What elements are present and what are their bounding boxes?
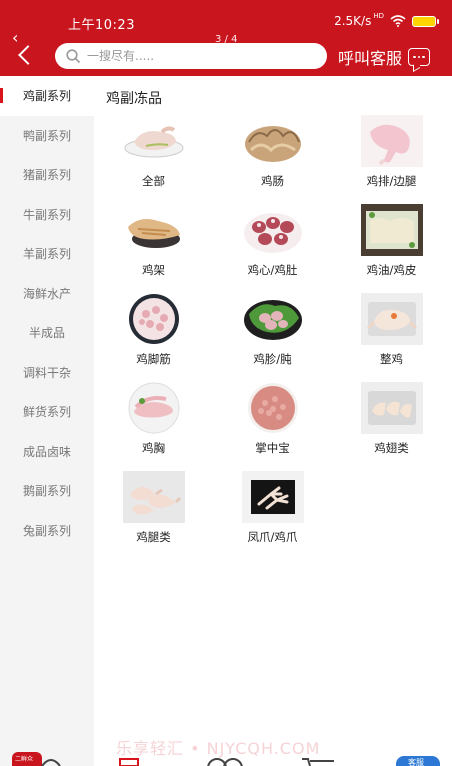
network-speed: 2.5K/s bbox=[334, 14, 372, 28]
sidebar-item[interactable]: 海鲜水产 bbox=[0, 274, 94, 314]
service-badge[interactable]: 客服 bbox=[396, 756, 440, 766]
chat-icon bbox=[408, 48, 431, 66]
chicken-drumsticks-icon bbox=[122, 470, 186, 524]
product-category-label: 鸡翅类 bbox=[374, 441, 409, 455]
chicken-tendon-icon bbox=[122, 292, 186, 346]
battery-icon bbox=[412, 15, 439, 27]
category-sidebar: 鸡副系列 鸭副系列 猪副系列 牛副系列 羊副系列 海鲜水产 半成品 调料干杂 鲜货系列 成品卤味鹅… bbox=[0, 76, 94, 766]
favorites-tab-icon[interactable] bbox=[203, 757, 247, 766]
product-category-item[interactable]: 整鸡 bbox=[332, 292, 451, 381]
brand-badge[interactable]: 二鲜众 bbox=[12, 752, 42, 766]
product-category-item[interactable]: 鸡排/边腿 bbox=[332, 114, 451, 203]
sidebar-item[interactable]: 半成品 bbox=[0, 313, 94, 353]
sidebar-item[interactable]: 猪副系列 bbox=[0, 155, 94, 195]
category-tab-icon[interactable] bbox=[118, 757, 140, 766]
product-category-item[interactable]: 全部 bbox=[94, 114, 213, 203]
back-button[interactable] bbox=[14, 41, 42, 69]
chicken-fat-skin-icon bbox=[360, 203, 424, 257]
product-category-item[interactable]: 鸡腿类 bbox=[94, 470, 213, 559]
product-category-label: 整鸡 bbox=[380, 352, 403, 366]
product-category-label: 鸡胸 bbox=[142, 441, 165, 455]
product-category-label: 鸡架 bbox=[142, 263, 165, 277]
product-category-item[interactable]: 鸡胗/肫 bbox=[213, 292, 332, 381]
chicken-gizzard-icon bbox=[241, 292, 305, 346]
call-service-label: 呼叫客服 bbox=[338, 49, 403, 68]
product-category-label: 掌中宝 bbox=[255, 441, 290, 455]
call-service-button[interactable]: 呼叫客服 bbox=[338, 45, 431, 69]
product-category-label: 鸡胗/肫 bbox=[253, 352, 292, 366]
sidebar-item[interactable]: 羊副系列 bbox=[0, 234, 94, 274]
sidebar-item[interactable]: 鲜货系列 bbox=[0, 392, 94, 432]
product-category-label: 鸡腿类 bbox=[136, 530, 171, 544]
product-category-item[interactable]: 鸡架 bbox=[94, 203, 213, 292]
product-category-label: 鸡心/鸡肚 bbox=[247, 263, 298, 277]
section-title: 鸡副冻品 bbox=[106, 91, 162, 107]
product-category-label: 鸡脚筋 bbox=[136, 352, 171, 366]
chicken-breast-icon bbox=[122, 381, 186, 435]
product-category-item[interactable]: 掌中宝 bbox=[213, 381, 332, 470]
chicken-cartilage-icon bbox=[241, 381, 305, 435]
cart-tab-icon[interactable] bbox=[300, 757, 336, 766]
status-time: 上午10:23 bbox=[68, 18, 135, 33]
product-category-label: 鸡肠 bbox=[261, 174, 284, 188]
search-input[interactable] bbox=[87, 49, 307, 63]
sidebar-item[interactable]: 成品卤味 bbox=[0, 432, 94, 472]
product-category-label: 全部 bbox=[142, 174, 165, 188]
product-category-label: 鸡排/边腿 bbox=[366, 174, 417, 188]
search-icon bbox=[66, 49, 80, 63]
watermark: 乐享轻汇 • NJYCQH.COM bbox=[116, 739, 321, 758]
search-bar[interactable] bbox=[55, 43, 327, 69]
product-grid: 全部 鸡肠 鸡排/边腿鸡架 鸡心/鸡肚 鸡油/鸡皮鸡脚筋 鸡胗/肫 整鸡鸡胸 掌中宝 鸡翅类鸡腿… bbox=[94, 114, 452, 559]
sidebar-item[interactable]: 调料干杂 bbox=[0, 353, 94, 393]
product-category-item[interactable]: 鸡胸 bbox=[94, 381, 213, 470]
chicken-intestine-icon bbox=[241, 114, 305, 168]
app-header: 上午10:23 2.5K/s HD ‹ 3 / 4 呼叫客服 bbox=[0, 0, 452, 76]
product-category-item[interactable]: 鸡油/鸡皮 bbox=[332, 203, 451, 292]
product-category-item[interactable]: 鸡翅类 bbox=[332, 381, 451, 470]
sidebar-item[interactable]: 牛副系列 bbox=[0, 195, 94, 235]
hd-label: HD bbox=[373, 12, 384, 20]
product-category-label: 鸡油/鸡皮 bbox=[366, 263, 417, 277]
chicken-frame-icon bbox=[122, 203, 186, 257]
product-panel: 鸡副冻品 全部 鸡肠 鸡排/边腿鸡架 鸡心/鸡肚 鸡油/鸡皮鸡脚筋 鸡胗/肫 整鸡鸡胸 掌中宝… bbox=[94, 76, 452, 766]
chicken-wings-icon bbox=[360, 381, 424, 435]
chicken-feet-icon bbox=[241, 470, 305, 524]
sidebar-item[interactable]: 鹅副系列 bbox=[0, 471, 94, 511]
sidebar-item[interactable]: 鸭副系列 bbox=[0, 116, 94, 156]
product-category-item[interactable]: 鸡脚筋 bbox=[94, 292, 213, 381]
product-category-item[interactable]: 凤爪/鸡爪 bbox=[213, 470, 332, 559]
product-category-item[interactable]: 鸡肠 bbox=[213, 114, 332, 203]
service-badge-label: 客服 bbox=[408, 758, 424, 766]
home-tab-icon[interactable] bbox=[40, 757, 62, 766]
whole-chicken-icon bbox=[360, 292, 424, 346]
product-category-item[interactable]: 鸡心/鸡肚 bbox=[213, 203, 332, 292]
chicken-leg-quarter-icon bbox=[360, 114, 424, 168]
brand-badge-label: 二鲜众 bbox=[15, 756, 34, 763]
whole-chicken-plate-icon bbox=[122, 114, 186, 168]
sidebar-item[interactable]: 兔副系列 bbox=[0, 511, 94, 551]
chicken-heart-gizzard-icon bbox=[241, 203, 305, 257]
status-indicators: 2.5K/s HD bbox=[334, 12, 439, 28]
sidebar-item[interactable]: 鸡副系列 bbox=[0, 76, 94, 116]
product-category-label: 凤爪/鸡爪 bbox=[247, 530, 298, 544]
wifi-icon bbox=[390, 15, 406, 27]
